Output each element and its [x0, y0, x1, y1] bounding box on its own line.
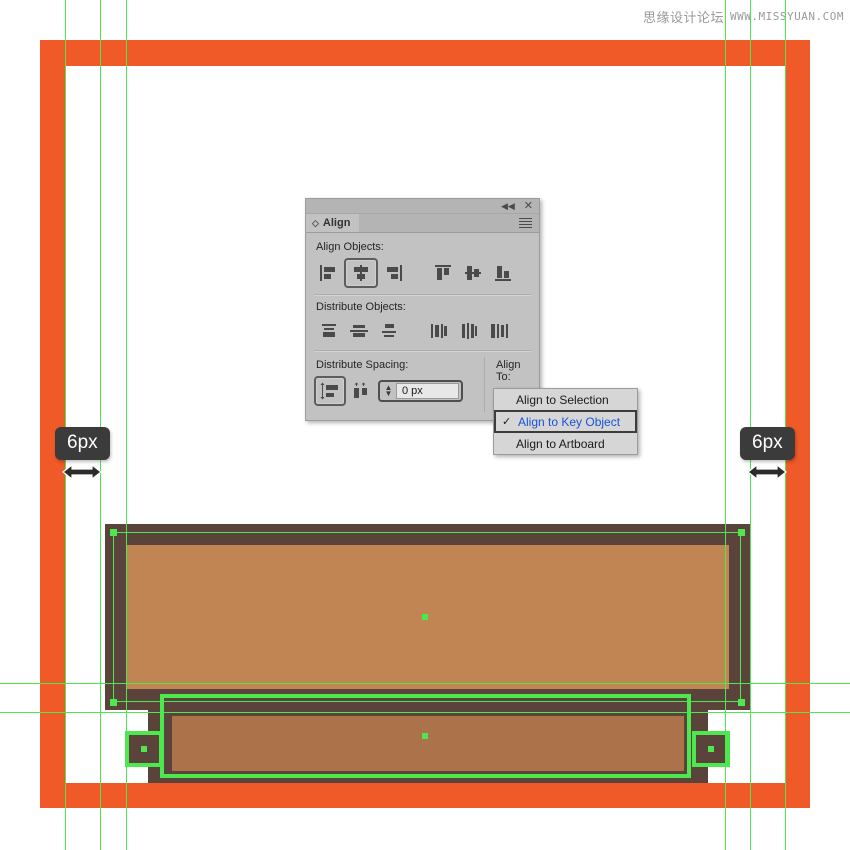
orange-frame-bottom — [40, 783, 810, 808]
panel-menu-button[interactable] — [519, 214, 539, 232]
horizontal-distribute-spacing-button[interactable] — [351, 378, 373, 404]
hamburger-line — [519, 224, 532, 225]
guide-vertical-4 — [725, 0, 726, 850]
vertical-distribute-spacing-icon — [320, 382, 338, 400]
illustrator-canvas: 思缘设计论坛 WWW.MISSYUAN.COM 6px 6px ◀◀ ✕ ◇ A… — [0, 0, 850, 850]
tab-grip-icon: ◇ — [312, 217, 319, 228]
menu-item-label: Align to Key Object — [518, 414, 621, 429]
horizontal-distribute-center-button[interactable] — [454, 318, 484, 344]
spacing-stepper-arrows[interactable]: ▲ ▼ — [383, 384, 394, 398]
stepper-down-icon[interactable]: ▼ — [385, 390, 393, 398]
distribute-objects-row — [314, 318, 531, 344]
checkmark-icon: ✓ — [502, 416, 512, 428]
upper-plank-center-point — [422, 614, 428, 620]
align-objects-label: Align Objects: — [316, 241, 384, 253]
vertical-distribute-center-button[interactable] — [344, 318, 374, 344]
vertical-distribute-spacing-button[interactable] — [314, 376, 346, 406]
hamburger-line — [519, 227, 532, 228]
orange-frame-right — [785, 40, 810, 808]
align-to-dropdown-menu: Align to Selection ✓ Align to Key Object… — [493, 388, 638, 455]
tab-align[interactable]: ◇ Align — [306, 214, 360, 232]
distribute-objects-label: Distribute Objects: — [316, 301, 406, 313]
distribute-spacing-label: Distribute Spacing: — [316, 359, 409, 371]
vertical-align-bottom-button[interactable] — [488, 260, 518, 286]
horizontal-align-left-button[interactable] — [314, 260, 344, 286]
left-gap-measure-label: 6px — [55, 427, 110, 460]
vertical-align-top-button[interactable] — [428, 260, 458, 286]
hamburger-line — [519, 218, 532, 219]
menu-item-align-to-artboard[interactable]: Align to Artboard — [494, 433, 637, 454]
left-foot-center-point — [141, 746, 147, 752]
collapse-panel-icon[interactable]: ◀◀ — [501, 201, 515, 211]
align-to-label: Align To: — [496, 359, 521, 383]
guide-vertical-5 — [750, 0, 751, 850]
menu-item-label: Align to Artboard — [516, 436, 605, 451]
close-icon[interactable]: ✕ — [524, 200, 533, 212]
divider-1 — [314, 294, 531, 296]
vertical-distribute-top-icon — [322, 324, 336, 337]
anchor-bottom-left[interactable] — [110, 699, 117, 706]
distribute-spacing-row: ▲ ▼ 0 px — [314, 376, 484, 406]
distribute-spacing-column: Distribute Spacing: ▲ ▼ 0 px — [314, 357, 484, 412]
orange-frame-left — [40, 40, 66, 808]
spacing-input[interactable]: 0 px — [396, 383, 459, 399]
vertical-align-center-icon — [465, 266, 481, 280]
horizontal-align-right-button[interactable] — [378, 260, 408, 286]
vertical-distribute-bottom-button[interactable] — [374, 318, 404, 344]
guide-vertical-3 — [126, 0, 127, 850]
divider-2 — [314, 350, 531, 352]
left-gap-measure: 6px — [55, 427, 110, 481]
horizontal-distribute-right-icon — [491, 324, 508, 338]
anchor-top-left[interactable] — [110, 529, 117, 536]
guide-vertical-6 — [785, 0, 786, 850]
vertical-distribute-top-button[interactable] — [314, 318, 344, 344]
align-objects-row — [314, 258, 531, 288]
tab-align-label: Align — [322, 217, 351, 229]
vertical-align-center-button[interactable] — [458, 260, 488, 286]
horizontal-align-left-icon — [320, 265, 335, 281]
guide-vertical-2 — [100, 0, 101, 850]
horizontal-distribute-center-icon — [462, 323, 477, 339]
menu-item-label: Align to Selection — [516, 392, 609, 407]
horizontal-distribute-left-icon — [431, 324, 447, 338]
vertical-distribute-center-icon — [350, 325, 368, 337]
guide-vertical-1 — [65, 0, 66, 850]
horizontal-distribute-spacing-icon — [354, 382, 367, 398]
orange-frame-top — [40, 40, 810, 66]
menu-item-align-to-selection[interactable]: Align to Selection — [494, 389, 637, 410]
vertical-align-bottom-icon — [495, 266, 511, 281]
vertical-align-top-icon — [435, 265, 451, 280]
spacing-stepper-field[interactable]: ▲ ▼ 0 px — [378, 380, 463, 402]
anchor-bottom-right[interactable] — [738, 699, 745, 706]
anchor-top-right[interactable] — [738, 529, 745, 536]
vertical-distribute-bottom-icon — [382, 324, 396, 337]
horizontal-align-center-button[interactable] — [344, 258, 378, 288]
right-foot-center-point — [708, 746, 714, 752]
right-gap-measure: 6px — [740, 427, 795, 481]
menu-item-align-to-key-object[interactable]: ✓ Align to Key Object — [494, 410, 637, 433]
lower-plank-center-point — [422, 733, 428, 739]
double-arrow-horizontal-icon — [747, 463, 788, 481]
hamburger-line — [519, 221, 532, 222]
horizontal-distribute-left-button[interactable] — [424, 318, 454, 344]
horizontal-align-right-icon — [387, 265, 402, 281]
panel-tab-row: ◇ Align — [306, 214, 539, 233]
horizontal-align-center-icon — [354, 265, 368, 281]
right-gap-measure-label: 6px — [740, 427, 795, 460]
panel-title-bar[interactable]: ◀◀ ✕ — [306, 199, 539, 214]
double-arrow-horizontal-icon — [62, 463, 103, 481]
horizontal-distribute-right-button[interactable] — [484, 318, 514, 344]
